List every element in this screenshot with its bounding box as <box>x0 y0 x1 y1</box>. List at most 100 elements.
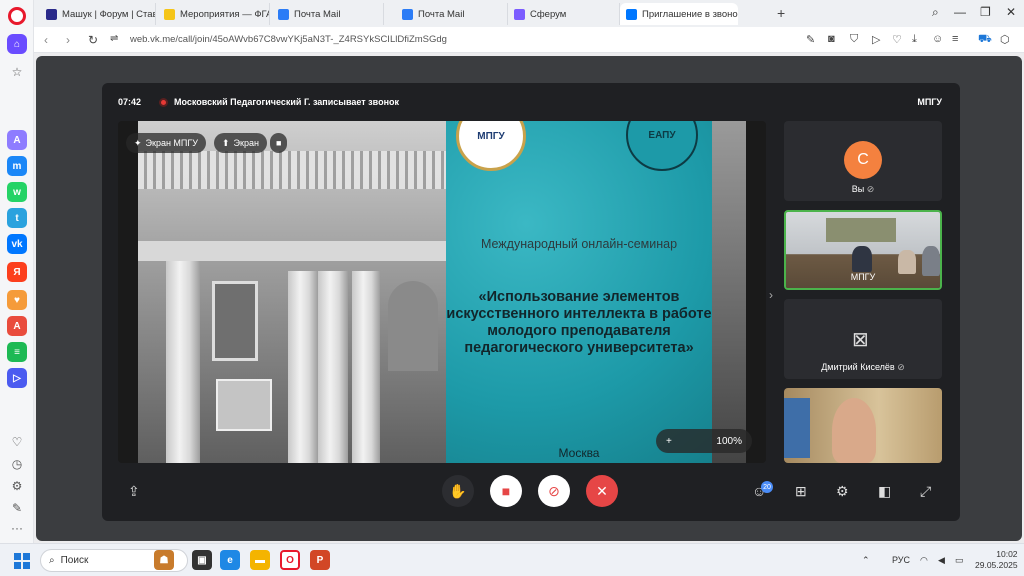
tab-label: Почта Mail <box>294 8 341 20</box>
screen-label: Экран <box>233 138 259 148</box>
avatar: С <box>844 141 882 179</box>
tab-mail-1[interactable]: Почта Mail <box>272 3 384 25</box>
vk-icon[interactable]: vk <box>7 234 27 254</box>
new-tab-icon[interactable]: + <box>777 5 785 21</box>
extensions-icon[interactable]: ⬡ <box>1000 33 1010 46</box>
screen-owner-label: Экран МПГУ <box>145 138 198 148</box>
edge-icon[interactable]: e <box>220 550 240 570</box>
building-photo-right <box>712 121 746 463</box>
edit-icon[interactable]: ✎ <box>806 33 815 46</box>
aliexpress-icon[interactable]: A <box>7 316 27 336</box>
grid-layout-icon[interactable]: ⊞ <box>795 483 807 500</box>
pinboard-icon[interactable]: ☆ <box>7 62 27 82</box>
player-icon[interactable]: ▷ <box>7 368 27 388</box>
tab-call-invite[interactable]: Приглашение в звонок ✕ <box>620 3 738 25</box>
cart-icon[interactable]: ⛟ <box>978 33 992 47</box>
participant-tile-self[interactable]: С Вы ⊘ <box>784 121 942 201</box>
yandex-icon[interactable]: Я <box>7 262 27 282</box>
fullscreen-icon[interactable]: ⤢ <box>920 483 931 500</box>
painting <box>826 218 896 242</box>
column <box>166 261 200 463</box>
account-icon[interactable]: ☺ <box>932 33 943 45</box>
raise-hand-button[interactable]: ✋ <box>442 475 474 507</box>
widget-icon[interactable]: ☗ <box>154 550 174 570</box>
volume-icon[interactable]: ◀ <box>938 555 945 566</box>
tab-mashuk[interactable]: Машук | Форум | Ставроп <box>40 3 156 25</box>
clock-time: 10:02 <box>996 549 1018 559</box>
tab-sferum[interactable]: Сферум <box>508 3 620 25</box>
mic-off-icon: ⊘ <box>866 184 875 194</box>
person <box>898 250 916 274</box>
participant-tile-mpgu[interactable]: МПГУ <box>784 210 942 290</box>
windows-start-icon[interactable] <box>14 553 30 569</box>
powerpoint-icon[interactable]: P <box>310 550 330 570</box>
participants-count-badge: 20 <box>761 481 773 493</box>
menu-icon[interactable]: ≡ <box>952 33 958 45</box>
tab-favicon <box>626 8 637 20</box>
download-icon[interactable]: ⤓ <box>912 33 917 46</box>
more-icon[interactable]: ··· <box>7 518 27 538</box>
bookshelf <box>784 398 810 458</box>
url-field[interactable]: web.vk.me/call/join/45oAWvb67C8vwYKj5aN3… <box>130 34 447 45</box>
participant-name: Дмитрий Киселёв ⊘ <box>821 362 905 372</box>
opera-logo-icon[interactable] <box>8 7 26 25</box>
bookmark-icon[interactable]: ♡ <box>892 33 902 46</box>
aria-icon[interactable]: A <box>7 130 27 150</box>
minimize-icon[interactable]: — <box>954 5 966 19</box>
screen-pill[interactable]: ⬆ Экран <box>214 133 267 153</box>
send-icon[interactable]: ▷ <box>872 33 880 46</box>
language-indicator[interactable]: РУС <box>892 555 910 565</box>
expand-arrow-icon[interactable]: › <box>769 288 773 302</box>
tips-icon[interactable]: ✎ <box>7 498 27 518</box>
shared-screen[interactable]: МПГУ ЕАПУ Международный онлайн-семинар «… <box>118 121 766 463</box>
reload-icon[interactable]: ↻ <box>88 33 98 47</box>
whatsapp-icon[interactable]: w <box>7 182 27 202</box>
search-tabs-icon[interactable]: ⌕ <box>932 5 939 20</box>
tab-label: Сферум <box>530 8 567 20</box>
mic-toggle-button[interactable]: ⊘ <box>538 475 570 507</box>
explorer-icon[interactable]: ▬ <box>250 550 270 570</box>
arch-window <box>388 281 438 371</box>
tab-mail-2[interactable]: Почта Mail <box>396 3 508 25</box>
participant-tile-kiselev[interactable]: ⊠ Дмитрий Киселёв ⊘ <box>784 299 942 379</box>
telegram-icon[interactable]: t <box>7 208 27 228</box>
pin-screen-pill[interactable]: ✦ Экран МПГУ <box>126 133 206 153</box>
home-icon[interactable]: ⌂ <box>7 34 27 54</box>
leave-call-button[interactable]: ✕ <box>586 475 618 507</box>
back-icon[interactable]: ‹ <box>44 33 48 47</box>
zoom-level: 100% <box>716 435 742 447</box>
close-window-icon[interactable]: ✕ <box>1006 5 1016 19</box>
address-bar: ‹ › ↻ ⇌ web.vk.me/call/join/45oAWvb67C8v… <box>34 27 1024 53</box>
settings-icon[interactable]: ⚙ <box>7 476 27 496</box>
site-info-icon[interactable]: ⇌ <box>110 33 118 44</box>
camera-icon[interactable]: ◙ <box>828 33 835 45</box>
tab-events[interactable]: Мероприятия — ФГАИС <box>158 3 270 25</box>
wifi-icon[interactable]: ◠ <box>920 555 928 566</box>
tab-favicon <box>402 8 413 20</box>
pip-icon[interactable]: ◧ <box>878 483 891 500</box>
favorites-icon[interactable]: ♡ <box>7 432 27 452</box>
restore-icon[interactable]: ❐ <box>980 5 991 19</box>
tray-expand-icon[interactable]: ⌃ <box>862 555 870 566</box>
history-icon[interactable]: ◷ <box>7 454 27 474</box>
messenger-icon[interactable]: m <box>7 156 27 176</box>
clock-date: 29.05.2025 <box>975 560 1018 570</box>
task-view-icon[interactable]: ▣ <box>192 550 212 570</box>
camera-pill[interactable]: ■ <box>270 133 288 153</box>
mpgu-seal-logo: МПГУ <box>456 121 526 171</box>
share-screen-icon[interactable]: ⇪ <box>128 483 140 500</box>
zoom-in-icon[interactable]: + <box>666 436 672 447</box>
zoom-control[interactable]: + 100% <box>656 429 752 453</box>
opera-taskbar-icon[interactable]: O <box>280 550 300 570</box>
wallet-icon[interactable]: ♥ <box>7 290 27 310</box>
battery-icon[interactable]: ▭ <box>955 555 964 566</box>
person <box>832 398 876 463</box>
camera-toggle-button[interactable]: ■ <box>490 475 522 507</box>
forward-icon[interactable]: › <box>66 33 70 47</box>
shield-icon[interactable]: ⛉ <box>850 33 858 46</box>
clock[interactable]: 10:02 29.05.2025 <box>975 549 1018 571</box>
settings-icon[interactable]: ⚙ <box>836 483 849 500</box>
participant-tile-woman[interactable] <box>784 388 942 463</box>
spotify-icon[interactable]: ≡ <box>7 342 27 362</box>
call-backdrop: 07:42 Московский Педагогический Г. запис… <box>36 56 1022 541</box>
